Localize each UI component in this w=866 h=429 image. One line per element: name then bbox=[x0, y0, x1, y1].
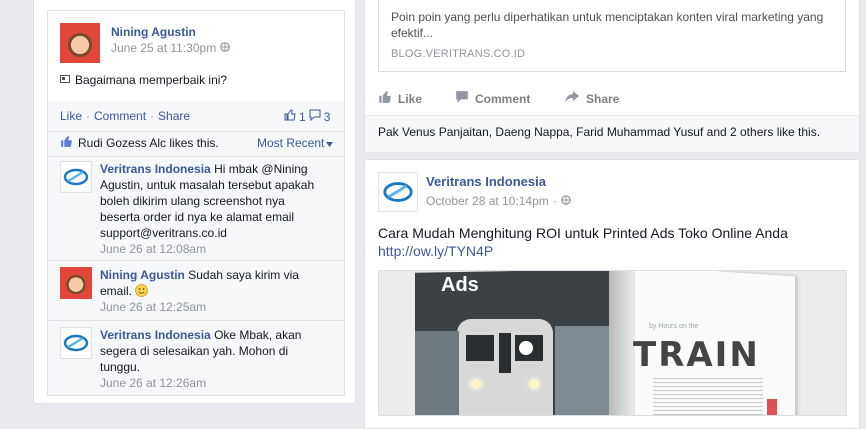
post-link[interactable]: http://ow.ly/TYN4P bbox=[378, 242, 848, 260]
sort-dropdown[interactable]: Most Recent bbox=[257, 136, 334, 150]
comment-icon bbox=[455, 90, 469, 107]
comment-author[interactable]: Veritrans Indonesia bbox=[100, 328, 211, 342]
veritrans-logo bbox=[383, 182, 413, 202]
comment-button[interactable]: Comment bbox=[455, 90, 564, 107]
veritrans-logo bbox=[63, 334, 89, 352]
page-avatar[interactable] bbox=[378, 172, 418, 212]
likes-summary: Rudi Gozess Alc likes this. bbox=[60, 135, 219, 151]
commenter-avatar[interactable] bbox=[60, 267, 92, 299]
divider bbox=[48, 156, 344, 157]
comment-time[interactable]: June 26 at 12:08am bbox=[100, 241, 326, 257]
veritrans-logo bbox=[63, 168, 89, 186]
post-image[interactable]: Ads by Hours on the TRAIN bbox=[378, 270, 847, 416]
post-text: Cara Mudah Menghitung ROI untuk Printed … bbox=[378, 224, 848, 260]
divider bbox=[48, 260, 344, 261]
magazine-heading: Ads bbox=[441, 274, 479, 296]
share-link[interactable]: Share bbox=[158, 109, 190, 123]
link-preview[interactable]: Poin poin yang perlu diperhatikan untuk … bbox=[378, 0, 846, 72]
left-post: Nining Agustin June 25 at 11:30pm Bagaim… bbox=[47, 10, 345, 396]
magazine-kicker: by Hours on the bbox=[649, 323, 699, 330]
globe-icon bbox=[560, 194, 571, 208]
like-label: Like bbox=[398, 91, 423, 106]
author-avatar[interactable] bbox=[60, 23, 100, 63]
post-author[interactable]: Veritrans Indonesia bbox=[426, 174, 546, 189]
likes-text[interactable]: Rudi Gozess Alc likes this. bbox=[78, 136, 219, 150]
post-action-bar: Like Comment Share bbox=[378, 90, 619, 107]
post-counts: 1 3 bbox=[284, 109, 330, 124]
globe-icon bbox=[220, 41, 230, 55]
post-text-line: Cara Mudah Menghitung ROI untuk Printed … bbox=[378, 225, 788, 241]
comment-item: Veritrans Indonesia Hi mbak @Nining Agus… bbox=[100, 161, 326, 257]
commenter-avatar[interactable] bbox=[60, 161, 92, 193]
page-icon bbox=[60, 73, 70, 87]
likes-bar: Pak Venus Panjaitan, Daeng Nappa, Farid … bbox=[365, 115, 859, 152]
post-time[interactable]: October 28 at 10:14pm bbox=[426, 194, 549, 208]
comment-item: Veritrans Indonesia Oke Mbak, akan seger… bbox=[100, 327, 320, 391]
comment-item: Nining Agustin Sudah saya kirim via emai… bbox=[100, 267, 326, 315]
train-illustration bbox=[457, 319, 553, 415]
like-button[interactable]: Like bbox=[378, 90, 455, 107]
thumbs-up-icon bbox=[284, 109, 296, 124]
comment-icon bbox=[309, 109, 321, 124]
chevron-down-icon bbox=[326, 136, 334, 150]
divider bbox=[48, 320, 344, 321]
thumbs-up-icon bbox=[378, 90, 392, 107]
smiley-icon bbox=[135, 284, 149, 298]
comment-count[interactable]: 3 bbox=[324, 110, 331, 124]
action-separator: · bbox=[150, 109, 155, 123]
share-button[interactable]: Share bbox=[564, 90, 619, 107]
share-label: Share bbox=[586, 91, 620, 106]
comment-time[interactable]: June 26 at 12:26am bbox=[100, 375, 320, 391]
likes-text[interactable]: Pak Venus Panjaitan, Daeng Nappa, Farid … bbox=[378, 125, 820, 139]
like-link[interactable]: Like bbox=[60, 109, 82, 123]
post-actions: Like · Comment · Share bbox=[60, 109, 190, 123]
commenter-avatar[interactable] bbox=[60, 327, 92, 359]
magazine-title: TRAIN bbox=[633, 335, 760, 375]
comment-author[interactable]: Nining Agustin bbox=[100, 268, 185, 282]
thumbs-up-icon bbox=[60, 135, 73, 151]
divider bbox=[48, 131, 344, 132]
link-domain: BLOG.VERITRANS.CO.ID bbox=[391, 48, 526, 60]
post-body: Bagaimana memperbaik ini? bbox=[60, 73, 227, 87]
post-meta: October 28 at 10:14pm · bbox=[426, 194, 571, 208]
comment-author[interactable]: Veritrans Indonesia bbox=[100, 162, 211, 176]
post-author[interactable]: Nining Agustin bbox=[111, 25, 196, 39]
magazine-text-lines bbox=[653, 375, 763, 415]
comment-label: Comment bbox=[475, 91, 531, 106]
like-count[interactable]: 1 bbox=[299, 110, 306, 124]
post-text: Bagaimana memperbaik ini? bbox=[75, 73, 228, 87]
comment-link[interactable]: Comment bbox=[94, 109, 146, 123]
comment-time[interactable]: June 26 at 12:25am bbox=[100, 299, 326, 315]
post-time[interactable]: June 25 at 11:30pm bbox=[111, 41, 216, 55]
link-description: Poin poin yang perlu diperhatikan untuk … bbox=[391, 10, 824, 40]
meta-separator: · bbox=[552, 194, 557, 208]
link-title-clipped bbox=[379, 0, 845, 2]
sort-label: Most Recent bbox=[257, 136, 325, 150]
post-meta: June 25 at 11:30pm bbox=[111, 41, 230, 55]
action-separator: · bbox=[86, 109, 91, 123]
share-icon bbox=[564, 90, 580, 107]
